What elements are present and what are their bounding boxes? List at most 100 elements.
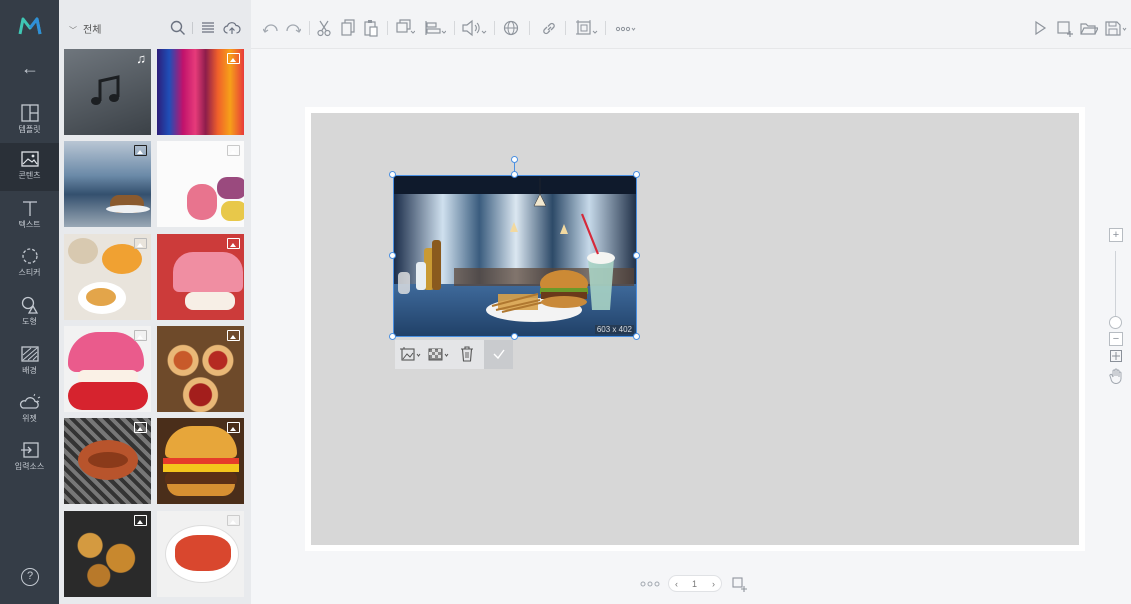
image-badge-icon <box>134 515 147 526</box>
category-filter[interactable]: ﹀ 전체 <box>69 21 101 36</box>
redo-icon[interactable] <box>285 19 301 37</box>
hand-pan-icon[interactable] <box>1109 368 1123 385</box>
copy-icon[interactable] <box>341 19 355 37</box>
image-badge-icon <box>134 238 147 249</box>
resize-handle-bl[interactable] <box>389 333 396 340</box>
cut-icon[interactable] <box>317 19 331 37</box>
image-badge-icon <box>134 422 147 433</box>
toolbar-divider <box>309 21 310 35</box>
top-toolbar <box>251 7 1131 49</box>
background-icon <box>20 346 39 362</box>
sidebar-item-widget[interactable]: 위젯 <box>0 386 59 434</box>
resize-handle-b[interactable] <box>511 333 518 340</box>
toolbar-divider <box>387 21 388 35</box>
thumbnail-burger[interactable] <box>157 418 244 504</box>
resize-handle-tr[interactable] <box>633 171 640 178</box>
sidebar-item-label: 위젯 <box>22 414 37 423</box>
app-logo <box>18 17 42 35</box>
transparency-icon[interactable] <box>427 340 451 369</box>
image-badge-icon <box>227 422 240 433</box>
confirm-button[interactable] <box>484 340 513 369</box>
sidebar-item-content[interactable]: 콘텐츠 <box>0 143 59 191</box>
thumbnail-cafe-burger[interactable] <box>64 141 151 227</box>
zoom-slider-track[interactable] <box>1115 251 1116 321</box>
thumbnail-music[interactable]: ♫ <box>64 49 151 135</box>
shape-icon <box>21 296 38 314</box>
sidebar-item-template[interactable]: 템플릿 <box>0 97 59 145</box>
thumbnail-strawberry-macaron[interactable] <box>64 326 151 412</box>
resize-handle-l[interactable] <box>389 252 396 259</box>
resize-handle-t[interactable] <box>511 171 518 178</box>
current-page-number: 1 <box>692 579 698 589</box>
play-preview-icon[interactable] <box>1033 19 1047 37</box>
paste-icon[interactable] <box>364 19 378 37</box>
content-panel: ﹀ 전체 ♫ <box>59 0 251 604</box>
delete-icon[interactable] <box>459 340 475 369</box>
zoom-in-button[interactable]: + <box>1109 228 1123 242</box>
template-icon <box>20 104 39 122</box>
thumbnail-fried-food[interactable] <box>64 511 151 597</box>
open-folder-icon[interactable] <box>1080 19 1098 37</box>
link-icon[interactable] <box>541 19 557 37</box>
image-badge-icon <box>227 238 240 249</box>
save-icon[interactable] <box>1104 19 1128 37</box>
resize-handle-br[interactable] <box>633 333 640 340</box>
sidebar-item-label: 텍스트 <box>18 220 41 229</box>
thumbnail-crab-grill[interactable] <box>64 418 151 504</box>
thumbnail-macarons[interactable] <box>157 141 244 227</box>
checkmark-icon <box>493 349 505 360</box>
undo-icon[interactable] <box>263 19 279 37</box>
thumbnail-tarts[interactable] <box>64 234 151 320</box>
upload-cloud-icon[interactable] <box>223 19 241 37</box>
zoom-out-button[interactable]: − <box>1109 332 1123 346</box>
image-badge-icon <box>227 515 240 526</box>
thumbnail-pink-macaron[interactable] <box>157 234 244 320</box>
text-icon <box>22 201 37 216</box>
fit-screen-icon[interactable] <box>1109 349 1123 363</box>
image-size-label: 603 x 402 <box>594 325 634 334</box>
input-source-icon <box>20 442 39 458</box>
arrange-layer-icon[interactable] <box>395 19 415 37</box>
crop-frame-icon[interactable] <box>575 19 599 37</box>
thumbnail-jam-tarts[interactable] <box>157 326 244 412</box>
add-page-icon[interactable] <box>1056 19 1074 37</box>
resize-handle-r[interactable] <box>633 252 640 259</box>
volume-icon[interactable] <box>461 19 487 37</box>
align-icon[interactable] <box>424 19 446 37</box>
selected-image[interactable]: 603 x 402 <box>393 175 637 337</box>
sidebar-item-label: 입력소스 <box>14 462 45 471</box>
back-arrow-icon[interactable]: ← <box>18 58 42 78</box>
more-options-icon[interactable] <box>615 19 637 37</box>
search-icon[interactable] <box>169 19 187 37</box>
sidebar-item-input-source[interactable]: 입력소스 <box>0 434 59 482</box>
sidebar-item-label: 콘텐츠 <box>18 171 41 180</box>
thumbnail-scarves[interactable] <box>157 49 244 135</box>
sidebar-item-label: 배경 <box>22 366 37 375</box>
thumbnail-crab-plate[interactable] <box>157 511 244 597</box>
prev-page-button[interactable]: ‹ <box>675 579 678 589</box>
image-badge-icon <box>227 53 240 64</box>
globe-icon[interactable] <box>503 19 519 37</box>
image-icon <box>20 151 39 167</box>
next-page-button[interactable]: › <box>712 579 715 589</box>
audio-badge-icon: ♫ <box>136 51 146 66</box>
help-icon[interactable]: ? <box>21 568 39 586</box>
replace-image-icon[interactable] <box>399 340 423 369</box>
rotate-handle[interactable] <box>511 156 518 163</box>
image-badge-icon <box>227 330 240 341</box>
cafe-burger-photo <box>394 176 636 336</box>
page-navigator: ‹ 1 › <box>668 575 722 592</box>
image-context-toolbar <box>395 340 513 369</box>
resize-handle-tl[interactable] <box>389 171 396 178</box>
zoom-slider-knob[interactable] <box>1109 316 1122 329</box>
sidebar-item-shape[interactable]: 도형 <box>0 289 59 337</box>
add-page-icon[interactable] <box>732 576 748 592</box>
sidebar-item-text[interactable]: 텍스트 <box>0 192 59 240</box>
sidebar-item-background[interactable]: 배경 <box>0 338 59 386</box>
image-badge-icon <box>134 145 147 156</box>
list-view-icon[interactable] <box>199 19 217 37</box>
weather-widget-icon <box>19 393 40 409</box>
sidebar-item-sticker[interactable]: 스티커 <box>0 240 59 288</box>
page-list-icon[interactable] <box>640 578 660 590</box>
panel-header: ﹀ 전체 <box>59 7 251 49</box>
